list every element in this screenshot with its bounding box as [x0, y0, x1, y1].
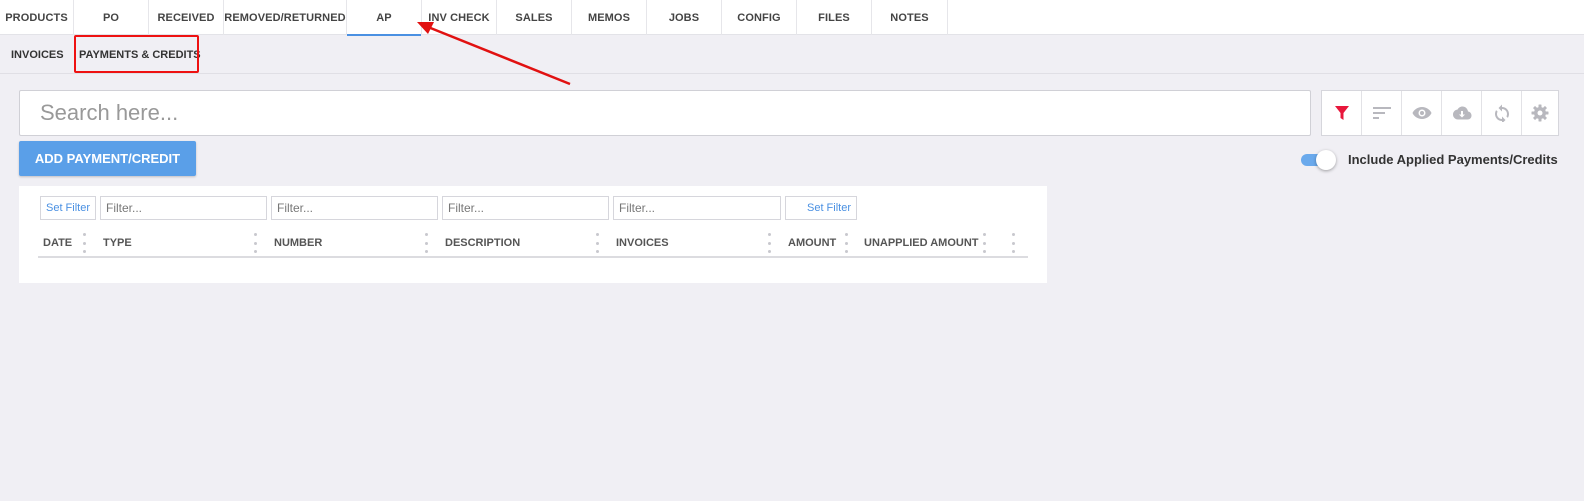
- column-header-amount[interactable]: AMOUNT: [788, 237, 836, 249]
- set-filter-button-amount[interactable]: Set Filter: [785, 196, 857, 220]
- column-header-unapplied-amount[interactable]: UNAPPLIED AMOUNT: [864, 237, 978, 249]
- payments-grid: Set Filter Set Filter DATE TYPE NUMBER D…: [19, 186, 1047, 283]
- tab-memos[interactable]: MEMOS: [572, 0, 647, 35]
- search-input[interactable]: [19, 90, 1311, 136]
- subtab-payments-credits[interactable]: PAYMENTS & CREDITS: [79, 36, 201, 74]
- filter-input-number[interactable]: [271, 196, 438, 220]
- column-header-type[interactable]: TYPE: [103, 237, 132, 249]
- eye-icon: [1412, 107, 1431, 119]
- column-header-date[interactable]: DATE: [43, 237, 72, 249]
- set-filter-button-date[interactable]: Set Filter: [40, 196, 96, 220]
- tab-inv-check[interactable]: INV CHECK: [422, 0, 497, 35]
- tab-config[interactable]: CONFIG: [722, 0, 797, 35]
- column-resize-handle[interactable]: [424, 233, 428, 253]
- toggle-knob: [1316, 150, 1336, 170]
- include-applied-label: Include Applied Payments/Credits: [1348, 152, 1558, 167]
- refresh-button[interactable]: [1482, 91, 1522, 135]
- tab-files[interactable]: FILES: [797, 0, 872, 35]
- tab-po[interactable]: PO: [74, 0, 149, 35]
- filter-icon: [1334, 105, 1349, 120]
- column-header-number[interactable]: NUMBER: [274, 237, 322, 249]
- column-resize-handle[interactable]: [595, 233, 599, 253]
- tab-sales[interactable]: SALES: [497, 0, 572, 35]
- tab-received[interactable]: RECEIVED: [149, 0, 224, 35]
- column-resize-handle[interactable]: [844, 233, 848, 253]
- tab-products[interactable]: PRODUCTS: [0, 0, 74, 35]
- filter-input-description[interactable]: [442, 196, 609, 220]
- filter-button[interactable]: [1322, 91, 1362, 135]
- view-button[interactable]: [1402, 91, 1442, 135]
- subtab-invoices[interactable]: INVOICES: [11, 36, 64, 74]
- grid-toolbar: [1321, 90, 1559, 136]
- tab-jobs[interactable]: JOBS: [647, 0, 722, 35]
- include-applied-toggle[interactable]: [1301, 150, 1336, 170]
- filter-input-invoices[interactable]: [613, 196, 781, 220]
- column-resize-handle[interactable]: [82, 233, 86, 253]
- column-resize-handle[interactable]: [767, 233, 771, 253]
- main-tab-bar: PRODUCTS PO RECEIVED REMOVED/RETURNED AP…: [0, 0, 1584, 36]
- gear-icon: [1531, 104, 1549, 122]
- column-resize-handle[interactable]: [253, 233, 257, 253]
- filter-input-type[interactable]: [100, 196, 267, 220]
- tab-ap[interactable]: AP: [347, 0, 422, 36]
- tab-notes[interactable]: NOTES: [872, 0, 948, 35]
- column-header-description[interactable]: DESCRIPTION: [445, 237, 520, 249]
- sub-tab-bar: INVOICES PAYMENTS & CREDITS: [0, 36, 1584, 74]
- column-menu-handle[interactable]: [1011, 233, 1015, 253]
- cloud-download-icon: [1452, 106, 1471, 120]
- header-divider: [38, 256, 1028, 258]
- refresh-icon: [1494, 104, 1509, 122]
- tab-removed-returned[interactable]: REMOVED/RETURNED: [224, 0, 347, 35]
- download-button[interactable]: [1442, 91, 1482, 135]
- sort-icon: [1372, 107, 1391, 119]
- settings-button[interactable]: [1522, 91, 1558, 135]
- add-payment-credit-button[interactable]: ADD PAYMENT/CREDIT: [19, 141, 196, 176]
- column-header-invoices[interactable]: INVOICES: [616, 237, 669, 249]
- column-resize-handle[interactable]: [982, 233, 986, 253]
- sort-button[interactable]: [1362, 91, 1402, 135]
